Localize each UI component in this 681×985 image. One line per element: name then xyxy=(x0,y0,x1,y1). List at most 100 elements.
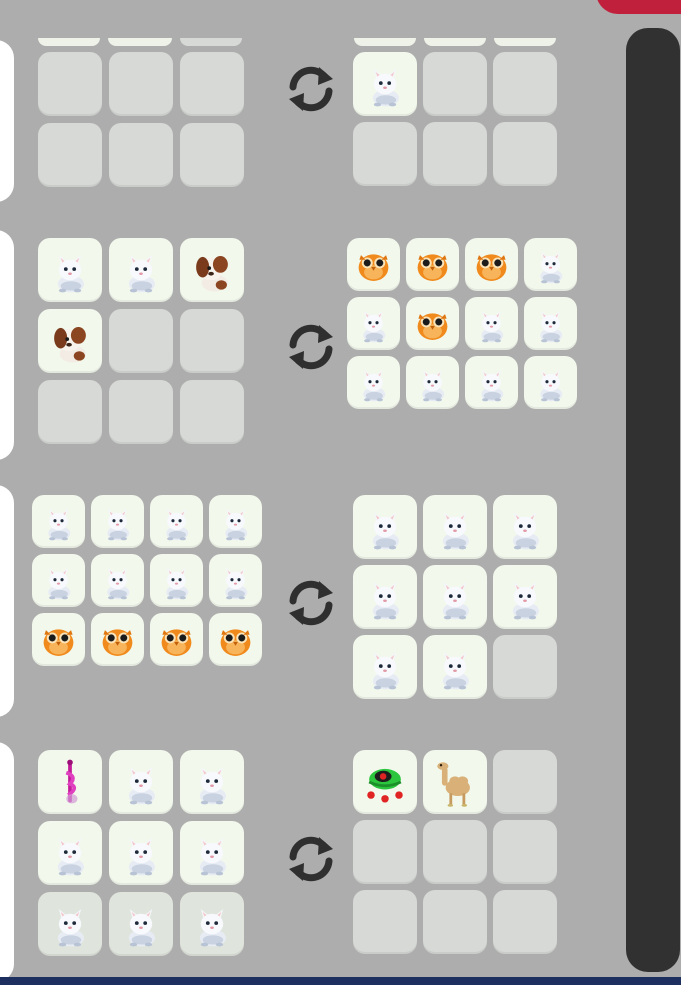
receive-item-slot[interactable] xyxy=(423,565,487,629)
receive-item-slot[interactable] xyxy=(353,495,417,559)
receive-item-slot[interactable] xyxy=(423,750,487,814)
offer-item-slot[interactable] xyxy=(32,495,85,548)
swap-arrows-icon xyxy=(284,832,338,886)
offer-item-slot[interactable] xyxy=(109,750,173,814)
swap-arrows-icon xyxy=(284,62,338,116)
slot-peek xyxy=(494,38,556,46)
offer-item-slot[interactable] xyxy=(109,238,173,302)
white-cat-pet-icon xyxy=(113,242,169,298)
receive-item-slot[interactable] xyxy=(423,495,487,559)
white-cat-pet-icon xyxy=(153,557,200,604)
receive-item-slot[interactable] xyxy=(347,238,400,291)
white-cat-pet-icon xyxy=(427,569,483,625)
receive-empty-slot xyxy=(423,820,487,884)
receive-item-slot[interactable] xyxy=(353,52,417,116)
receive-item-slot[interactable] xyxy=(465,238,518,291)
offer-item-slot[interactable] xyxy=(32,554,85,607)
offer-item-slot[interactable] xyxy=(180,892,244,956)
offer-item-slot[interactable] xyxy=(38,309,102,373)
white-cat-pet-icon xyxy=(35,498,82,545)
offer-item-slot[interactable] xyxy=(209,554,262,607)
offer-empty-slot xyxy=(180,52,244,116)
white-cat-pet-icon xyxy=(350,359,397,406)
offer-item-slot[interactable] xyxy=(38,892,102,956)
offer-item-slot[interactable] xyxy=(180,750,244,814)
offer-empty-slot xyxy=(180,309,244,373)
green-frog-hat-item-icon xyxy=(357,754,413,810)
offer-item-slot[interactable] xyxy=(91,554,144,607)
receive-item-slot[interactable] xyxy=(406,238,459,291)
receive-item-slot[interactable] xyxy=(493,565,557,629)
receive-empty-slot xyxy=(493,52,557,116)
orange-owl-pet-icon xyxy=(94,616,141,663)
receive-item-slot[interactable] xyxy=(406,356,459,409)
receive-item-slot[interactable] xyxy=(524,238,577,291)
receive-item-slot[interactable] xyxy=(423,635,487,699)
orange-owl-pet-icon xyxy=(35,616,82,663)
receive-item-slot[interactable] xyxy=(465,356,518,409)
white-cat-pet-icon xyxy=(409,359,456,406)
close-badge[interactable] xyxy=(596,0,681,14)
offer-empty-slot xyxy=(38,123,102,187)
receive-item-slot[interactable] xyxy=(524,297,577,350)
offer-empty-slot xyxy=(38,380,102,444)
offer-item-slot[interactable] xyxy=(180,238,244,302)
white-cat-pet-icon xyxy=(357,56,413,112)
offer-item-slot[interactable] xyxy=(180,821,244,885)
scrollbar[interactable] xyxy=(626,28,680,972)
slot-peek xyxy=(354,38,416,46)
receive-empty-slot xyxy=(493,820,557,884)
offer-item-slot[interactable] xyxy=(150,554,203,607)
offer-item-slot[interactable] xyxy=(150,613,203,666)
white-cat-pet-icon xyxy=(357,639,413,695)
receive-empty-slot xyxy=(353,122,417,186)
white-cat-pet-icon xyxy=(113,825,169,881)
offer-item-slot[interactable] xyxy=(209,613,262,666)
offer-item-slot[interactable] xyxy=(38,238,102,302)
white-cat-pet-icon xyxy=(427,499,483,555)
offer-item-slot[interactable] xyxy=(38,821,102,885)
orange-owl-pet-icon xyxy=(409,241,456,288)
brown-dog-pet-icon xyxy=(42,313,98,369)
slot-peek xyxy=(180,38,242,46)
receive-item-slot[interactable] xyxy=(353,635,417,699)
receive-empty-slot xyxy=(423,52,487,116)
offer-item-slot[interactable] xyxy=(32,613,85,666)
offer-empty-slot xyxy=(109,309,173,373)
white-cat-pet-icon xyxy=(468,359,515,406)
offer-item-slot[interactable] xyxy=(109,892,173,956)
trade-card-edge xyxy=(0,742,14,982)
orange-owl-pet-icon xyxy=(350,241,397,288)
white-cat-pet-icon xyxy=(113,754,169,810)
receive-item-slot[interactable] xyxy=(493,495,557,559)
trade-card-edge xyxy=(0,230,14,460)
receive-empty-slot xyxy=(353,890,417,954)
offer-item-slot[interactable] xyxy=(91,495,144,548)
white-cat-pet-icon xyxy=(468,300,515,347)
white-cat-pet-icon xyxy=(94,498,141,545)
offer-item-slot[interactable] xyxy=(38,750,102,814)
offer-item-slot[interactable] xyxy=(209,495,262,548)
receive-empty-slot xyxy=(353,820,417,884)
offer-item-slot[interactable] xyxy=(91,613,144,666)
receive-item-slot[interactable] xyxy=(465,297,518,350)
pink-wand-item-icon xyxy=(42,754,98,810)
receive-empty-slot xyxy=(493,890,557,954)
white-cat-pet-icon xyxy=(357,569,413,625)
offer-item-slot[interactable] xyxy=(109,821,173,885)
trade-card-edge xyxy=(0,485,14,717)
white-cat-pet-icon xyxy=(153,498,200,545)
white-cat-pet-icon xyxy=(94,557,141,604)
trade-card-edge xyxy=(0,40,14,202)
receive-item-slot[interactable] xyxy=(524,356,577,409)
receive-item-slot[interactable] xyxy=(353,750,417,814)
receive-item-slot[interactable] xyxy=(353,565,417,629)
white-cat-pet-icon xyxy=(212,557,259,604)
receive-item-slot[interactable] xyxy=(347,297,400,350)
offer-empty-slot xyxy=(180,123,244,187)
offer-empty-slot xyxy=(109,123,173,187)
receive-item-slot[interactable] xyxy=(406,297,459,350)
offer-item-slot[interactable] xyxy=(150,495,203,548)
receive-item-slot[interactable] xyxy=(347,356,400,409)
white-cat-pet-icon xyxy=(527,359,574,406)
